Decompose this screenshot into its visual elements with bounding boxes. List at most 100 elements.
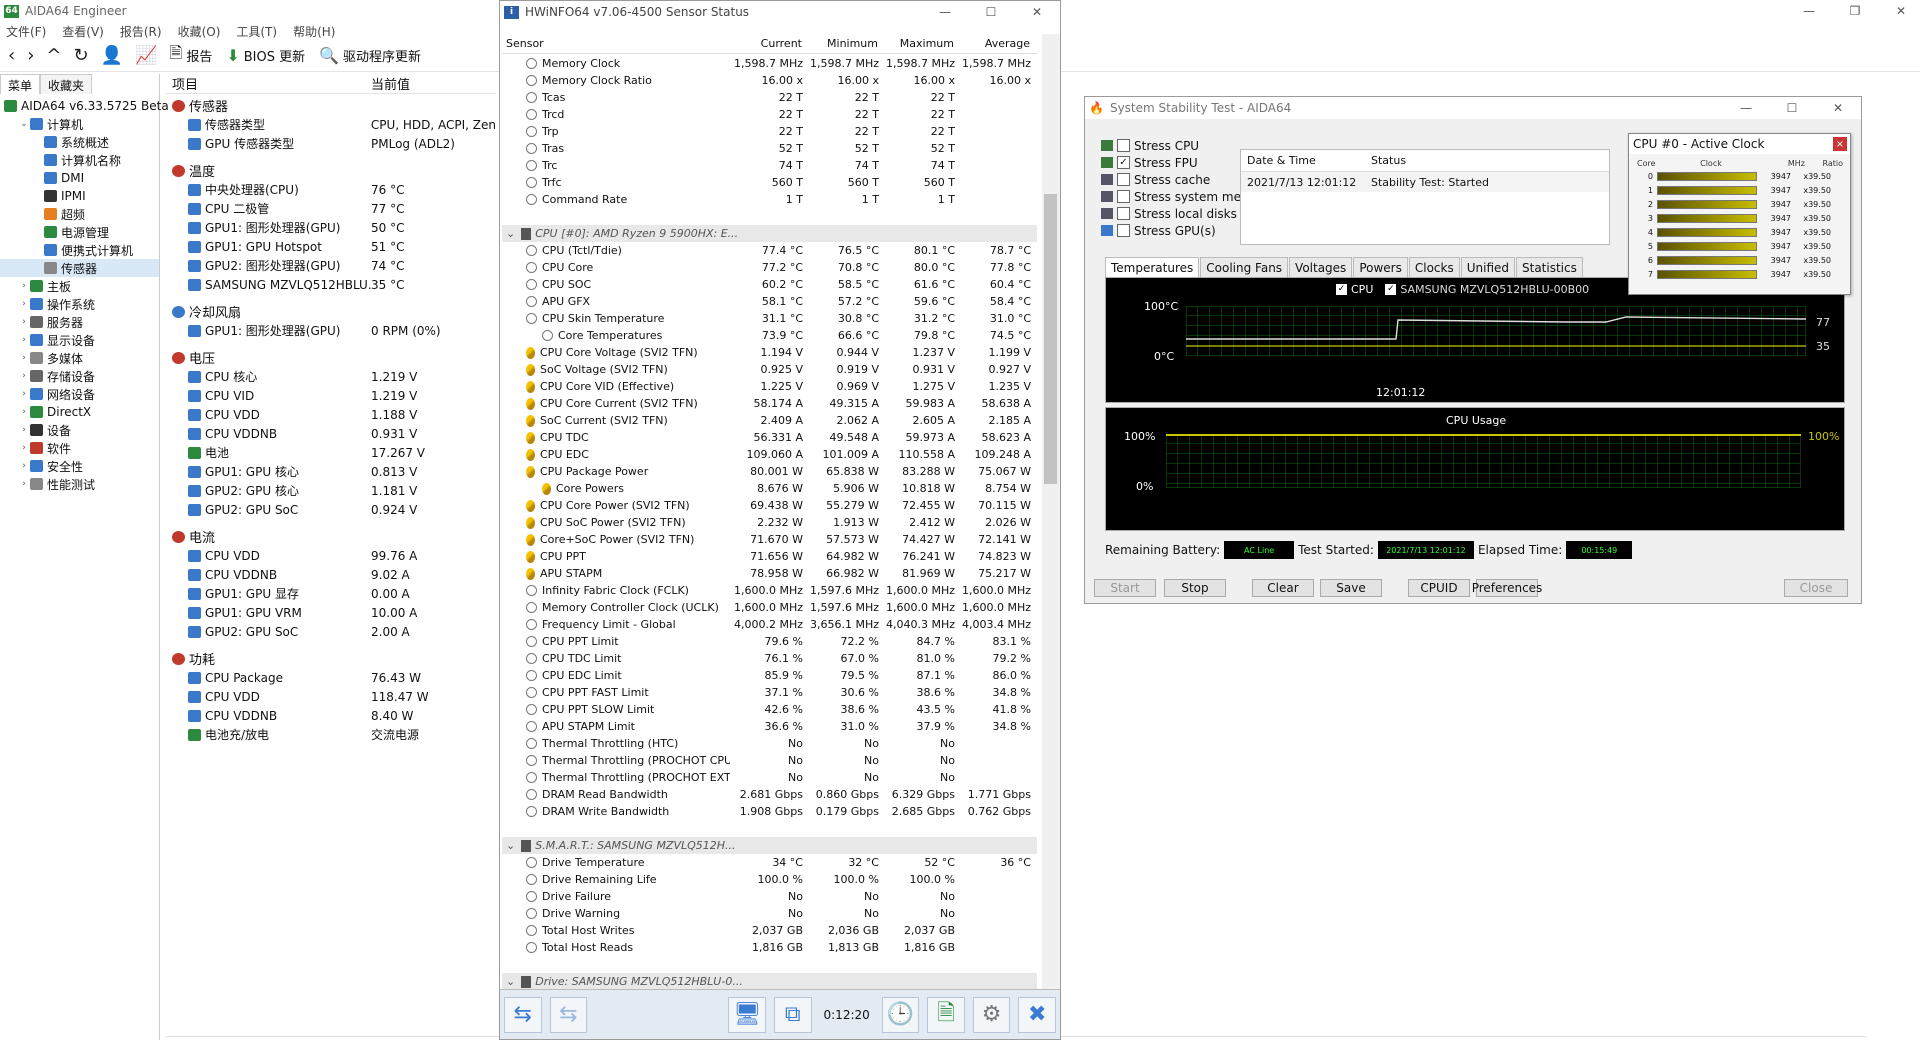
stress-checkbox[interactable]	[1117, 139, 1130, 152]
sensor-row[interactable]: CPU PPT FAST Limit 37.1 % 30.6 % 38.6 % 34.8…	[502, 684, 1037, 701]
tree-item[interactable]: 超频	[0, 205, 159, 223]
expand-icon[interactable]: ›	[18, 281, 30, 291]
tree-item[interactable]: DMI	[0, 169, 159, 187]
list-item[interactable]: 传感器类型 CPU, HDD, ACPI, Zen	[166, 115, 496, 134]
sensor-group-header[interactable]: ⌄ CPU [#0]: AMD Ryzen 9 5900HX: E...	[502, 225, 1037, 242]
sensor-row[interactable]: Tras 52 T 52 T 52 T	[502, 140, 1037, 157]
sensor-row[interactable]: Trc 74 T 74 T 74 T	[502, 157, 1037, 174]
hwinfo-scrollbar[interactable]	[1042, 34, 1060, 991]
sensor-row[interactable]: APU STAPM Limit 36.6 % 31.0 % 37.9 % 34.8 %	[502, 718, 1037, 735]
sensor-group-header[interactable]: ⌄ Drive: SAMSUNG MZVLQ512HBLU-0...	[502, 973, 1037, 990]
stress-checkbox[interactable]: ✓	[1117, 156, 1130, 169]
sensor-row[interactable]: Total Host Reads 1,816 GB 1,813 GB 1,816 GB	[502, 939, 1037, 956]
close-icon[interactable]: ×	[1833, 137, 1847, 151]
list-item[interactable]: 电池充/放电 交流电源	[166, 725, 496, 744]
list-item[interactable]: 中央处理器(CPU) 76 °C	[166, 180, 496, 199]
settings-icon[interactable]: ⚙	[972, 996, 1011, 1033]
minimize-icon[interactable]: —	[922, 1, 968, 23]
sensor-row[interactable]: Core Temperatures 73.9 °C 66.6 °C 79.8 °C 74…	[502, 327, 1037, 344]
tree-item[interactable]: IPMI	[0, 187, 159, 205]
stress-checkbox[interactable]	[1117, 190, 1130, 203]
sensor-row[interactable]: CPU (Tctl/Tdie) 77.4 °C 76.5 °C 80.1 °C 78.7…	[502, 242, 1037, 259]
close-icon[interactable]: ✕	[1878, 0, 1920, 22]
expand-icon[interactable]: ›	[18, 479, 30, 489]
sensor-row[interactable]: CPU PPT SLOW Limit 42.6 % 38.6 % 43.5 % 41.8…	[502, 701, 1037, 718]
back-icon[interactable]: ‹	[8, 46, 15, 65]
list-item[interactable]: GPU1: GPU Hotspot 51 °C	[166, 237, 496, 256]
graph-tab[interactable]: Voltages	[1289, 257, 1353, 279]
preferences-button[interactable]: Preferences	[1472, 579, 1542, 597]
sensor-row[interactable]: CPU EDC 109.060 A 101.009 A 110.558 A 109.24…	[502, 446, 1037, 463]
sensor-row[interactable]: APU GFX 58.1 °C 57.2 °C 59.6 °C 58.4 °C	[502, 293, 1037, 310]
refresh-icon[interactable]: ↻	[74, 46, 89, 65]
tree-item[interactable]: › 性能测试	[0, 475, 159, 493]
sensor-row[interactable]: Infinity Fabric Clock (FCLK) 1,600.0 MHz 1…	[502, 582, 1037, 599]
sensor-row[interactable]: CPU Core Power (SVI2 TFN) 69.438 W 55.279 …	[502, 497, 1037, 514]
tab-favorites[interactable]: 收藏夹	[40, 74, 93, 94]
list-item[interactable]: GPU1: GPU 显存 0.00 A	[166, 584, 496, 603]
restore-icon[interactable]: ❐	[1832, 0, 1878, 22]
expand-icon[interactable]: ›	[18, 317, 30, 327]
sensor-row[interactable]: CPU Package Power 80.001 W 65.838 W 83.288 …	[502, 463, 1037, 480]
tree-item[interactable]: AIDA64 v6.33.5725 Beta	[0, 97, 169, 115]
list-item[interactable]: CPU VDDNB 0.931 V	[166, 424, 496, 443]
list-item[interactable]: CPU Package 76.43 W	[166, 668, 496, 687]
list-item[interactable]: GPU1: GPU 核心 0.813 V	[166, 462, 496, 481]
col-current[interactable]: Current	[730, 34, 806, 53]
sensor-row[interactable]: CPU SoC Power (SVI2 TFN) 2.232 W 1.913 W 2.…	[502, 514, 1037, 531]
tab-menu[interactable]: 菜单	[0, 74, 41, 94]
sensor-row[interactable]: DRAM Write Bandwidth 1.908 Gbps 0.179 Gbps…	[502, 803, 1037, 820]
graph-tab[interactable]: Clocks	[1408, 257, 1460, 279]
sensor-group-header[interactable]: ⌄ S.M.A.R.T.: SAMSUNG MZVLQ512H...	[502, 837, 1037, 854]
col-minimum[interactable]: Minimum	[806, 34, 882, 53]
sensor-row[interactable]: DRAM Read Bandwidth 2.681 Gbps 0.860 Gbps 6…	[502, 786, 1037, 803]
close-button[interactable]: Close	[1784, 579, 1848, 597]
sensor-row[interactable]: CPU PPT 71.656 W 64.982 W 76.241 W 74.823 W	[502, 548, 1037, 565]
list-item[interactable]: CPU VDD 99.76 A	[166, 546, 496, 565]
tree-item[interactable]: 便携式计算机	[0, 241, 159, 259]
tree-item[interactable]: 电源管理	[0, 223, 159, 241]
close-x-icon[interactable]: ✖	[1018, 996, 1056, 1033]
sensor-row[interactable]: SoC Voltage (SVI2 TFN) 0.925 V 0.919 V 0.93…	[502, 361, 1037, 378]
sensor-row[interactable]: CPU Core VID (Effective) 1.225 V 0.969 V 1.…	[502, 378, 1037, 395]
sensor-row[interactable]: CPU Core Current (SVI2 TFN) 58.174 A 49.31…	[502, 395, 1037, 412]
expand-icon[interactable]: ›	[18, 335, 30, 345]
menu-item[interactable]: 工具(T)	[236, 23, 277, 40]
list-item[interactable]: 电池 17.267 V	[166, 443, 496, 462]
scrollbar-thumb[interactable]	[1044, 194, 1057, 484]
list-item[interactable]: CPU VDDNB 8.40 W	[166, 706, 496, 725]
table-row[interactable]: 2021/7/13 12:01:12 Stability Test: Starte…	[1241, 172, 1609, 192]
expand-icon[interactable]: ›	[18, 425, 30, 435]
collapse-icon[interactable]: ⌄	[506, 975, 515, 988]
expand-icon[interactable]: ›	[18, 389, 30, 399]
sensor-row[interactable]: Frequency Limit - Global 4,000.2 MHz 3,656…	[502, 616, 1037, 633]
report-button[interactable]: 🗎 报告	[169, 42, 212, 69]
tree-item[interactable]: › 服务器	[0, 313, 159, 331]
sensor-row[interactable]: Trfc 560 T 560 T 560 T	[502, 174, 1037, 191]
stress-checkbox[interactable]	[1117, 224, 1130, 237]
tree-item[interactable]: › 安全性	[0, 457, 159, 475]
graph-tab[interactable]: Temperatures	[1105, 257, 1200, 279]
expand-icon[interactable]: ›	[18, 461, 30, 471]
sensor-row[interactable]: Memory Controller Clock (UCLK) 1,600.0 MH…	[502, 599, 1037, 616]
tree-item[interactable]: › 网络设备	[0, 385, 159, 403]
tree-item[interactable]: › 设备	[0, 421, 159, 439]
list-item[interactable]: GPU 传感器类型 PMLog (ADL2)	[166, 134, 496, 153]
list-item[interactable]: GPU2: GPU SoC 0.924 V	[166, 500, 496, 519]
list-item[interactable]: GPU1: GPU VRM 10.00 A	[166, 603, 496, 622]
up-icon[interactable]: ^	[46, 46, 61, 65]
sensor-row[interactable]: Memory Clock Ratio 16.00 x 16.00 x 16.00 x 1…	[502, 72, 1037, 89]
sensor-row[interactable]: Drive Warning No No No	[502, 905, 1037, 922]
sensor-row[interactable]: CPU SOC 60.2 °C 58.5 °C 61.6 °C 60.4 °C	[502, 276, 1037, 293]
graph-tab[interactable]: Statistics	[1516, 257, 1583, 279]
column-item[interactable]: 项目	[166, 74, 371, 93]
maximize-icon[interactable]: ☐	[968, 1, 1014, 23]
minimize-icon[interactable]: —	[1723, 97, 1769, 119]
collapse-icon[interactable]: ⌄	[506, 839, 515, 852]
list-item[interactable]: CPU VDDNB 9.02 A	[166, 565, 496, 584]
layout-icon[interactable]: ⧉	[773, 996, 812, 1033]
sensor-row[interactable]: Drive Remaining Life 100.0 % 100.0 % 100.0 …	[502, 871, 1037, 888]
sensor-row[interactable]: CPU Core 77.2 °C 70.8 °C 80.0 °C 77.8 °C	[502, 259, 1037, 276]
save-button[interactable]: Save	[1320, 579, 1382, 597]
tree-item[interactable]: 计算机名称	[0, 151, 159, 169]
